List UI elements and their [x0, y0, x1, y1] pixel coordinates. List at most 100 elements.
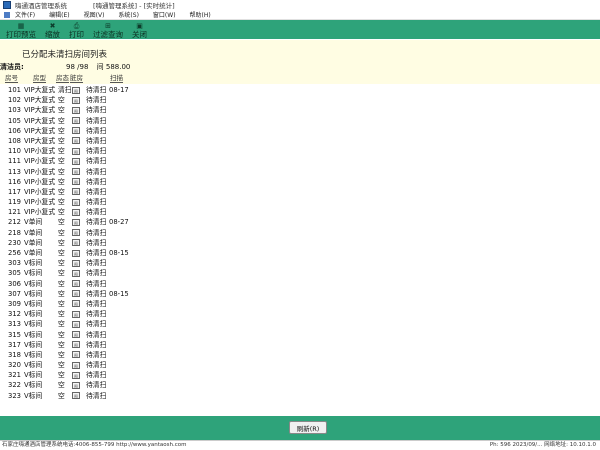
menu-system[interactable]: 系统(S): [118, 10, 139, 19]
room-number: 315: [8, 330, 21, 339]
dirty-checkbox[interactable]: 图: [72, 188, 80, 196]
table-row[interactable]: 312 V标间 空图待清扫: [0, 309, 600, 319]
dirty-checkbox[interactable]: 图: [72, 280, 80, 288]
menu-help[interactable]: 帮助(H): [190, 10, 211, 19]
dirty-checkbox[interactable]: 图: [72, 269, 80, 277]
app-icon: [3, 1, 11, 9]
table-row[interactable]: 116 VIP小复式空图待清扫: [0, 177, 600, 187]
room-status: 空: [58, 198, 65, 207]
dirty-checkbox[interactable]: 图: [72, 300, 80, 308]
menu-file[interactable]: 文件(F): [15, 10, 35, 19]
room-number: 230: [8, 238, 21, 247]
close-button[interactable]: ▣ 关闭: [132, 22, 147, 39]
room-number: 105: [8, 116, 21, 125]
dirty-checkbox[interactable]: 图: [72, 198, 80, 206]
table-row[interactable]: 230 V单间 空图待清扫: [0, 238, 600, 248]
dirty-checkbox[interactable]: 图: [72, 239, 80, 247]
room-number: 103: [8, 106, 21, 115]
table-row[interactable]: 113 VIP小复式空图待清扫: [0, 167, 600, 177]
room-number: 313: [8, 320, 21, 329]
filter-query-label: 过滤查询: [93, 30, 123, 39]
room-status: 空: [58, 167, 65, 176]
menu-view[interactable]: 视图(V): [84, 10, 105, 19]
room-status: 空: [58, 320, 65, 329]
dirty-checkbox[interactable]: 图: [72, 86, 80, 94]
dirty-checkbox[interactable]: 图: [72, 117, 80, 125]
dirty-checkbox[interactable]: 图: [72, 218, 80, 226]
dirty-checkbox[interactable]: 图: [72, 320, 80, 328]
dirty-checkbox[interactable]: 图: [72, 229, 80, 237]
table-row[interactable]: 305 V标间 空图待清扫: [0, 268, 600, 278]
table-row[interactable]: 218 V单间 空图待清扫: [0, 228, 600, 238]
room-type: V标间: [24, 371, 43, 380]
table-row[interactable]: 306 V标间 空图待清扫: [0, 279, 600, 289]
clean-state: 待清扫: [86, 289, 107, 298]
table-row[interactable]: 318 V标间 空图待清扫: [0, 350, 600, 360]
table-row[interactable]: 309 V标间 空图待清扫: [0, 299, 600, 309]
clean-state: 待清扫: [86, 330, 107, 339]
dirty-checkbox[interactable]: 图: [72, 249, 80, 257]
dirty-checkbox[interactable]: 图: [72, 392, 80, 400]
table-row[interactable]: 212 V单间 空图待清扫 08-27: [0, 217, 600, 227]
room-number: 305: [8, 269, 21, 278]
menu-edit[interactable]: 编辑(E): [49, 10, 69, 19]
room-number: 323: [8, 391, 21, 400]
table-row[interactable]: 121 VIP小复式空图待清扫: [0, 207, 600, 217]
dirty-checkbox[interactable]: 图: [72, 147, 80, 155]
print-preview-button[interactable]: ▦ 打印预览: [6, 22, 36, 39]
table-row[interactable]: 303 V标间 空图待清扫: [0, 258, 600, 268]
table-row[interactable]: 117 VIP小复式空图待清扫: [0, 187, 600, 197]
table-row[interactable]: 108 VIP大复式空图待清扫: [0, 136, 600, 146]
dirty-checkbox[interactable]: 图: [72, 157, 80, 165]
table-row[interactable]: 256 V单间 空图待清扫 08-15: [0, 248, 600, 258]
room-type: V标间: [24, 279, 43, 288]
dirty-checkbox[interactable]: 图: [72, 137, 80, 145]
dirty-checkbox[interactable]: 图: [72, 351, 80, 359]
table-row[interactable]: 103 VIP大复式空图待清扫: [0, 105, 600, 115]
clean-state: 待清扫: [86, 157, 107, 166]
table-row[interactable]: 111 VIP小复式空图待清扫: [0, 156, 600, 166]
dirty-checkbox[interactable]: 图: [72, 127, 80, 135]
clean-state: 待清扫: [86, 269, 107, 278]
printer-icon: ⎙: [73, 22, 80, 30]
room-number: 113: [8, 167, 21, 176]
menu-window[interactable]: 窗口(W): [153, 10, 176, 19]
table-row[interactable]: 322 V标间 空图待清扫: [0, 380, 600, 390]
refresh-button[interactable]: 刷新(R): [289, 421, 327, 434]
dirty-checkbox[interactable]: 图: [72, 178, 80, 186]
table-row[interactable]: 307 V标间 空图待清扫 08-15: [0, 289, 600, 299]
dirty-checkbox[interactable]: 图: [72, 371, 80, 379]
dirty-checkbox[interactable]: 图: [72, 168, 80, 175]
dirty-checkbox[interactable]: 图: [72, 290, 80, 298]
report-stats: 98 /98 间 588.00: [66, 62, 130, 72]
table-row[interactable]: 321 V标间 空图待清扫: [0, 370, 600, 380]
table-row[interactable]: 323 V标间 空图待清扫: [0, 391, 600, 401]
room-number: 106: [8, 126, 21, 135]
dirty-checkbox[interactable]: 图: [72, 259, 80, 267]
zoom-button[interactable]: ✖ 缩放: [45, 22, 60, 39]
room-number: 309: [8, 299, 21, 308]
print-preview-label: 打印预览: [6, 30, 36, 39]
table-row[interactable]: 106 VIP大复式空图待清扫: [0, 126, 600, 136]
print-button[interactable]: ⎙ 打印: [69, 22, 84, 39]
table-row[interactable]: 317 V标间 空图待清扫: [0, 340, 600, 350]
table-row[interactable]: 101 VIP大复式 清扫图待清扫 08-17: [0, 85, 600, 95]
dirty-checkbox[interactable]: 图: [72, 361, 80, 369]
table-row[interactable]: 313 V标间 空图待清扫: [0, 319, 600, 329]
table-row[interactable]: 119 VIP小复式空图待清扫: [0, 197, 600, 207]
dirty-checkbox[interactable]: 图: [72, 341, 80, 349]
filter-query-button[interactable]: ⊞ 过滤查询: [93, 22, 123, 39]
dirty-checkbox[interactable]: 图: [72, 106, 80, 114]
dirty-checkbox[interactable]: 图: [72, 381, 80, 389]
table-row[interactable]: 102 VIP大复式空图待清扫: [0, 95, 600, 105]
dirty-checkbox[interactable]: 图: [72, 208, 80, 216]
clean-state: 待清扫: [86, 147, 107, 156]
table-row[interactable]: 320 V标间 空图待清扫: [0, 360, 600, 370]
table-row[interactable]: 110 VIP小复式空图待清扫: [0, 146, 600, 156]
dirty-checkbox[interactable]: 图: [72, 331, 80, 338]
clean-state: 待清扫: [86, 198, 107, 207]
dirty-checkbox[interactable]: 图: [72, 96, 80, 104]
table-row[interactable]: 105 VIP大复式空图待清扫: [0, 116, 600, 126]
dirty-checkbox[interactable]: 图: [72, 310, 80, 318]
table-row[interactable]: 315 V标间 空图待清扫: [0, 330, 600, 340]
